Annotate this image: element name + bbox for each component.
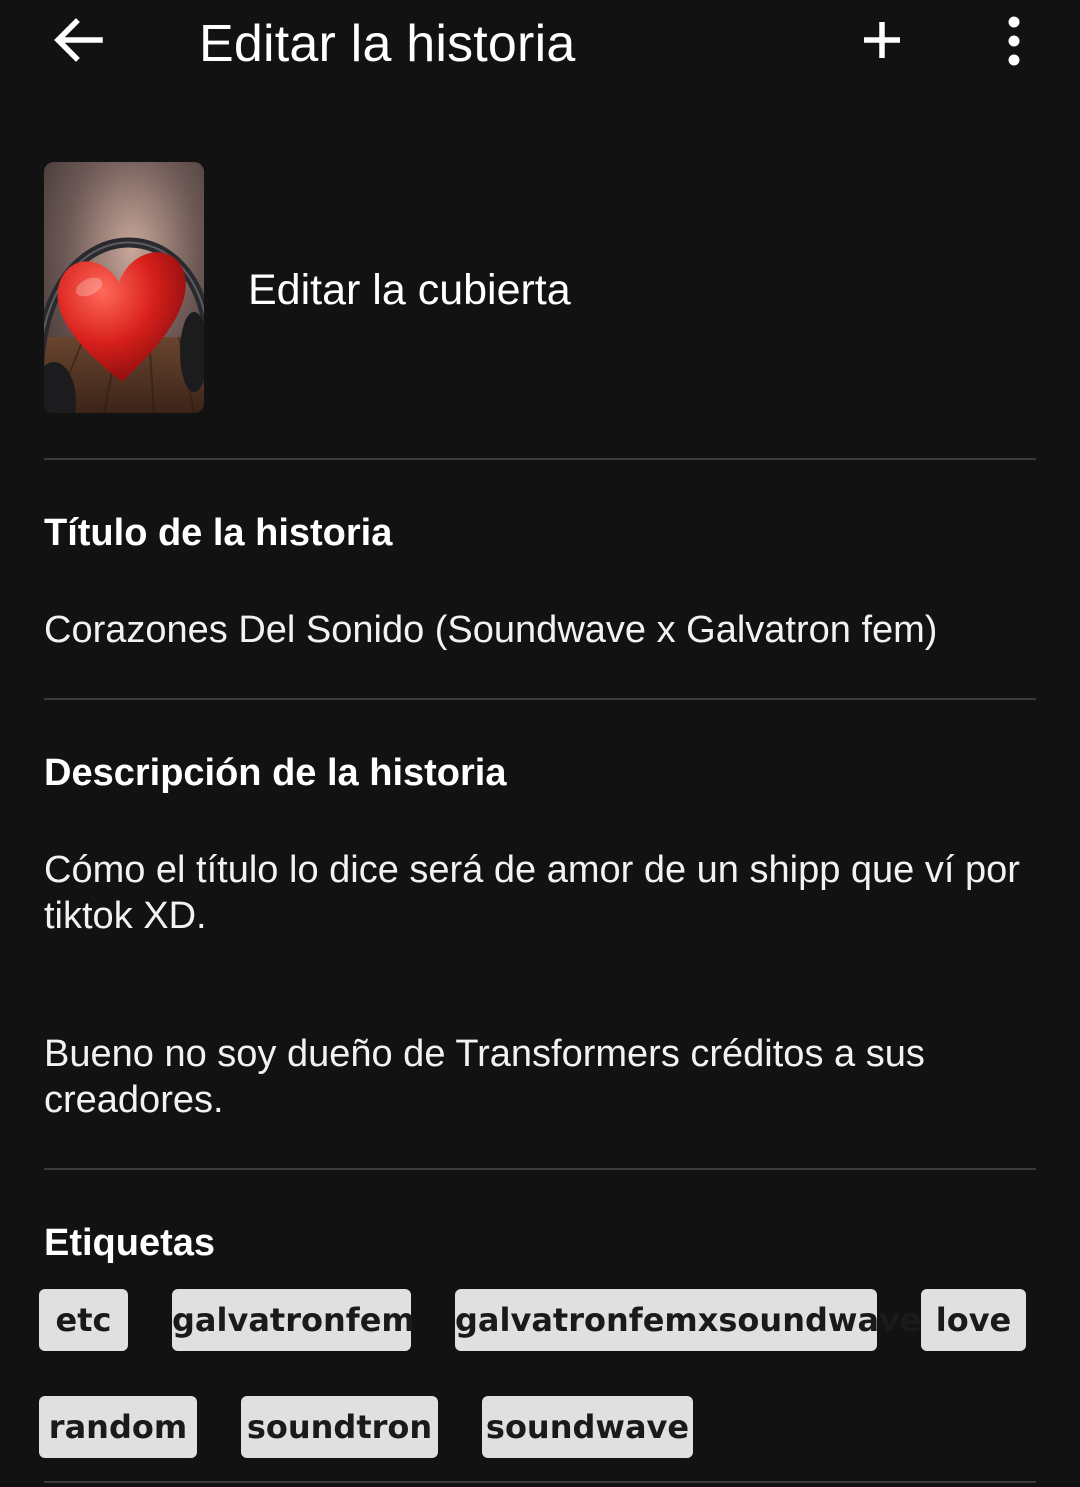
tag-chip[interactable]: soundwave [482, 1396, 693, 1458]
tag-chip[interactable]: soundtron [241, 1396, 438, 1458]
divider [44, 458, 1036, 460]
page-title: Editar la historia [199, 15, 576, 73]
plus-icon [864, 22, 900, 58]
top-app-bar: Editar la historia [0, 0, 1080, 86]
edit-cover-label: Editar la cubierta [248, 266, 571, 314]
tag-chip[interactable]: galvatronfemxsoundwave [455, 1289, 922, 1351]
more-options-button[interactable] [994, 16, 1034, 66]
back-button[interactable] [50, 16, 106, 66]
more-vertical-icon [1008, 16, 1020, 66]
tag-chip[interactable]: love [921, 1289, 1026, 1351]
story-cover-image [44, 162, 204, 413]
description-paragraph-1: Cómo el título lo dice será de amor de u… [44, 849, 1020, 937]
heart-headphones-icon [44, 162, 204, 413]
tag-chip[interactable]: etc [39, 1289, 128, 1351]
tag-chip[interactable]: galvatronfem [172, 1289, 415, 1351]
add-part-button[interactable] [858, 16, 906, 64]
edit-story-screen: Editar la historia Editar la cubierta Tí… [0, 0, 1080, 1487]
story-title-field[interactable]: Corazones Del Sonido (Soundwave x Galvat… [44, 607, 1024, 653]
divider [44, 698, 1036, 700]
arrow-left-icon [54, 18, 103, 62]
tag-chip[interactable]: random [39, 1396, 197, 1458]
description-paragraph-2: Bueno no soy dueño de Transformers crédi… [44, 1033, 925, 1121]
tags-label: Etiquetas [44, 1222, 216, 1264]
story-title-label: Título de la historia [44, 512, 393, 554]
divider [44, 1168, 1036, 1170]
edit-cover-row[interactable]: Editar la cubierta [44, 162, 1036, 414]
story-description-label: Descripción de la historia [44, 752, 507, 794]
divider [44, 1481, 1036, 1483]
